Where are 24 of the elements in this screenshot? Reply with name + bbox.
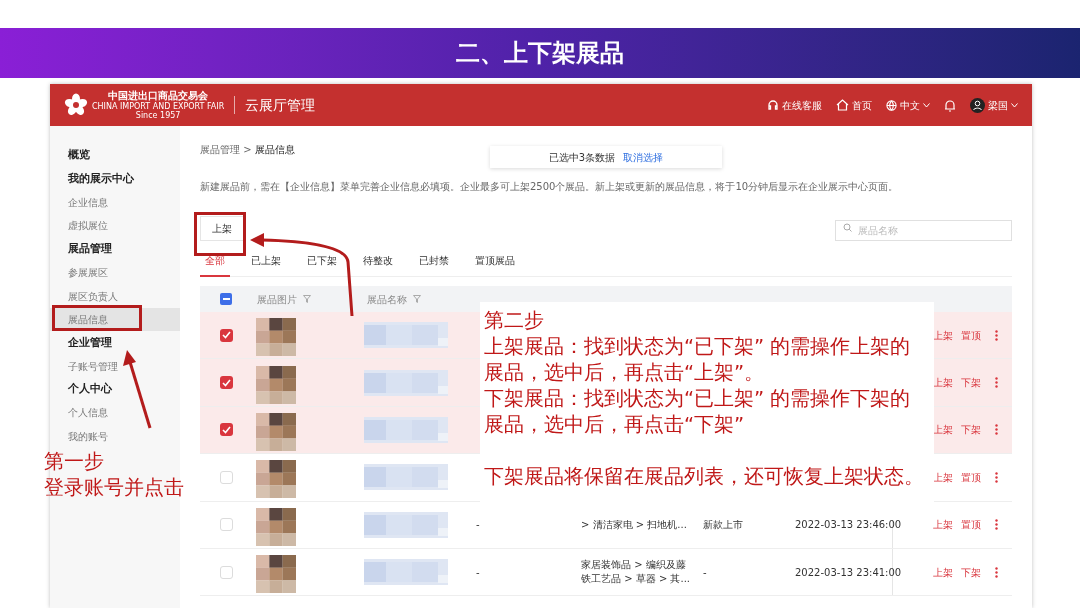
logo-text: 中国进出口商品交易会	[108, 90, 209, 102]
annotation-text: 上架展品：找到状态为“已下架” 的需操作上架的展品，选中后，再点击“上架”。	[484, 334, 912, 386]
table-cell: -	[476, 519, 480, 531]
column-header: 展品名称	[367, 292, 407, 307]
table-cell: -	[476, 566, 480, 578]
column-header: 展品图片	[257, 292, 297, 307]
time-cell-text: 2022-03-13 23:41:00	[795, 565, 902, 580]
tag-cell: -	[703, 566, 707, 578]
tag-cell: 新款上市	[703, 519, 743, 531]
breadcrumb: 展品管理 > 展品信息	[200, 143, 296, 156]
logo-text: Since 1957	[135, 111, 181, 120]
category-cell-text: 家居装饰品 > 编织及藤铁工艺品 > 草器 > 其...	[581, 558, 691, 587]
logo-text: CHINA IMPORT AND EXPORT FAIR	[92, 102, 225, 111]
annotation-title: 第一步	[44, 448, 105, 474]
annotation-text: 登录账号并点击	[44, 474, 184, 500]
time-cell-text: 2022-03-13 23:46:00	[795, 518, 902, 533]
selection-count: 已选中3条数据	[548, 150, 616, 165]
annotation-text: 下架展品将保留在展品列表，还可恢复上架状态。	[484, 464, 925, 490]
category-cell-text: > 清洁家电 > 扫地机...	[581, 517, 688, 532]
app-title: 云展厅管理	[245, 95, 316, 115]
notice-text: 新建展品前，需在【企业信息】菜单完善企业信息必填项。企业最多可上架2500个展品。新上架或更新的展品信息，将于10分钟后显示在企业展示中心页面。	[200, 180, 900, 194]
slide-title: 二、上下架展品	[456, 38, 624, 69]
annotation-text: 下架展品：找到状态为“已上架” 的需操作下架的展品，选中后，再点击“下架”	[484, 386, 912, 438]
annotation-title: 第二步	[484, 308, 545, 334]
